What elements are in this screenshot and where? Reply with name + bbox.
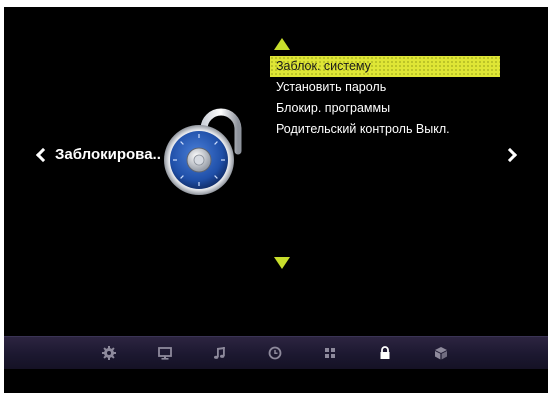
lock-menu: Заблок. систему Установить пароль Блокир…	[270, 56, 500, 140]
grid-icon[interactable]	[322, 345, 338, 361]
menu-item-lock-programs[interactable]: Блокир. программы	[270, 98, 500, 119]
padlock-icon	[164, 108, 242, 195]
menu-item-parental-control[interactable]: Родительский контроль Выкл.	[270, 119, 500, 140]
section-nav-right[interactable]	[502, 147, 518, 163]
tv-screen: Заблокирова.. Заблок. систему Установить…	[4, 7, 548, 393]
bottom-nav-bar	[4, 336, 548, 369]
section-nav-left[interactable]: Заблокирова..	[35, 146, 161, 163]
lock-icon[interactable]	[377, 345, 393, 361]
chevron-right-icon	[502, 147, 518, 163]
menu-item-lock-system[interactable]: Заблок. систему	[270, 56, 500, 77]
monitor-icon[interactable]	[157, 345, 173, 361]
music-note-icon[interactable]	[212, 345, 228, 361]
clock-icon[interactable]	[267, 345, 283, 361]
gear-icon[interactable]	[101, 345, 117, 361]
chevron-left-icon	[35, 147, 51, 162]
cube-icon[interactable]	[433, 345, 449, 361]
scroll-down-arrow-icon[interactable]	[274, 257, 290, 269]
menu-item-set-password[interactable]: Установить пароль	[270, 77, 500, 98]
section-title: Заблокирова..	[55, 146, 161, 163]
scroll-up-arrow-icon[interactable]	[274, 38, 290, 50]
